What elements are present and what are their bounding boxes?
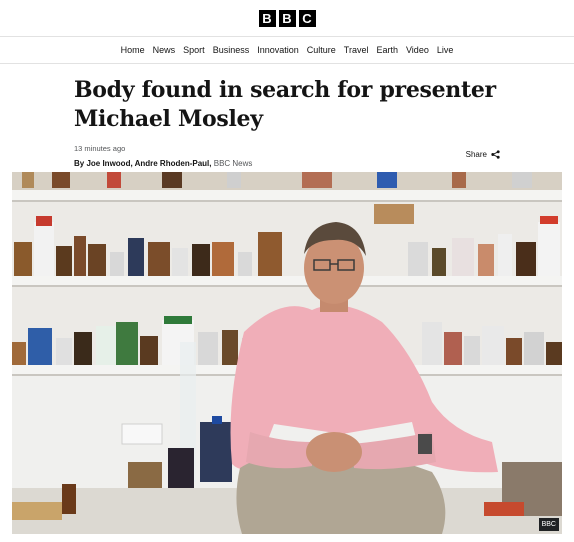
article-headline: Body found in search for presenter Micha… (74, 76, 500, 134)
byline-authors: By Joe Inwood, Andre Rhoden-Paul, (74, 159, 212, 168)
article: Body found in search for presenter Micha… (0, 64, 574, 178)
nav-item-business[interactable]: Business (213, 45, 250, 55)
byline: By Joe Inwood, Andre Rhoden-Paul, BBC Ne… (74, 159, 500, 168)
nav-item-innovation[interactable]: Innovation (257, 45, 299, 55)
nav-item-sport[interactable]: Sport (183, 45, 205, 55)
headline-line: Michael Mosley (74, 106, 263, 132)
nav-item-live[interactable]: Live (437, 45, 454, 55)
lead-image[interactable]: BBC (12, 172, 562, 534)
top-header: B B C (0, 0, 574, 36)
nav-item-earth[interactable]: Earth (376, 45, 398, 55)
bbc-logo[interactable]: B B C (258, 9, 316, 27)
share-button[interactable]: Share (466, 150, 500, 159)
timestamp: 13 minutes ago (74, 144, 126, 153)
logo-letter: B (258, 9, 276, 27)
headline-line: Body found in search for presenter (74, 77, 496, 103)
share-icon (491, 150, 500, 159)
nav-item-news[interactable]: News (153, 45, 176, 55)
nav-item-culture[interactable]: Culture (307, 45, 336, 55)
byline-org: BBC News (213, 159, 253, 168)
lead-photo-illustration (12, 172, 562, 534)
nav-item-home[interactable]: Home (121, 45, 145, 55)
logo-letter: C (298, 9, 316, 27)
image-credit: BBC (538, 518, 559, 531)
nav-item-travel[interactable]: Travel (344, 45, 369, 55)
logo-letter: B (278, 9, 296, 27)
nav-item-video[interactable]: Video (406, 45, 429, 55)
share-label: Share (465, 150, 487, 159)
main-nav: Home News Sport Business Innovation Cult… (0, 36, 574, 64)
